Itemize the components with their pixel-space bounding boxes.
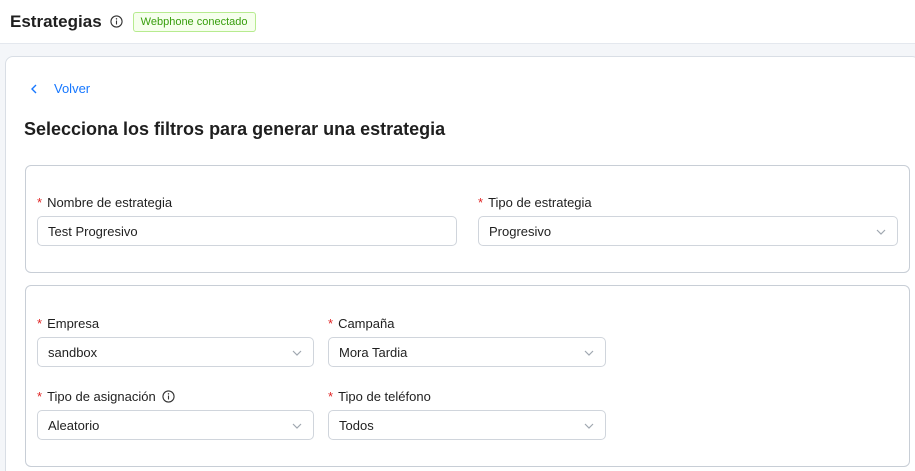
chevron-down-icon: [584, 423, 594, 429]
nombre-estrategia-field: * Nombre de estrategia: [37, 194, 457, 246]
nombre-estrategia-label: Nombre de estrategia: [47, 194, 173, 210]
chevron-left-icon: [31, 84, 37, 93]
required-marker: *: [328, 315, 334, 331]
main-card: Volver Selecciona los filtros para gener…: [5, 56, 915, 471]
tipo-estrategia-field: * Tipo de estrategia Progresivo: [478, 194, 898, 246]
tipo-asignacion-label: Tipo de asignación: [47, 388, 156, 404]
empresa-label: Empresa: [47, 315, 100, 331]
campana-field: * Campaña Mora Tardia: [328, 315, 606, 367]
tipo-asignacion-select[interactable]: Aleatorio: [37, 410, 314, 440]
chevron-down-icon: [584, 350, 594, 356]
info-icon[interactable]: [110, 15, 123, 28]
filters-section: * Empresa sandbox * Campaña Mora Tardia …: [25, 285, 910, 467]
tipo-estrategia-value: Progresivo: [489, 223, 552, 239]
campana-select[interactable]: Mora Tardia: [328, 337, 606, 367]
required-marker: *: [328, 388, 334, 404]
empresa-field: * Empresa sandbox: [37, 315, 314, 367]
tipo-estrategia-select[interactable]: Progresivo: [478, 216, 898, 246]
back-button[interactable]: Volver: [28, 81, 90, 96]
tipo-telefono-field: * Tipo de teléfono Todos: [328, 388, 606, 440]
page-header-title: Estrategias: [10, 11, 102, 31]
tipo-telefono-select[interactable]: Todos: [328, 410, 606, 440]
tipo-asignacion-field: * Tipo de asignación Aleatorio: [37, 388, 314, 440]
back-label: Volver: [54, 81, 91, 96]
webphone-status-badge: Webphone conectado: [132, 11, 256, 32]
top-bar: Estrategias Webphone conectado: [0, 0, 915, 44]
required-marker: *: [37, 315, 43, 331]
campana-label: Campaña: [338, 315, 395, 331]
tipo-asignacion-value: Aleatorio: [48, 417, 100, 433]
tipo-telefono-label: Tipo de teléfono: [338, 388, 431, 404]
tipo-estrategia-label: Tipo de estrategia: [488, 194, 592, 210]
info-icon[interactable]: [162, 389, 175, 403]
tipo-telefono-value: Todos: [339, 417, 374, 433]
chevron-down-icon: [876, 229, 886, 235]
page-title: Selecciona los filtros para generar una …: [24, 119, 446, 139]
empresa-select[interactable]: sandbox: [37, 337, 314, 367]
campana-value: Mora Tardia: [339, 344, 408, 360]
strategy-section: * Nombre de estrategia * Tipo de estrate…: [25, 165, 910, 273]
empresa-value: sandbox: [48, 344, 98, 360]
chevron-down-icon: [292, 423, 302, 429]
required-marker: *: [37, 194, 43, 210]
chevron-down-icon: [292, 350, 302, 356]
required-marker: *: [478, 194, 484, 210]
required-marker: *: [37, 388, 43, 404]
nombre-estrategia-input[interactable]: [48, 223, 446, 239]
